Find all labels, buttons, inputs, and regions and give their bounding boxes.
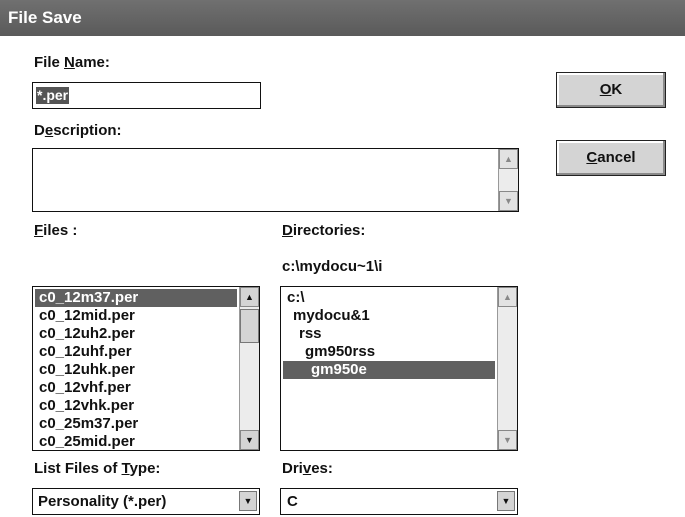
- file-save-dialog: File Save File Name: *.per Description: …: [0, 0, 685, 517]
- directories-list: c:\ mydocu&1 rss gm950rss gm950e: [283, 289, 495, 379]
- arrow-up-icon[interactable]: ▲: [499, 149, 518, 169]
- file-type-value: Personality (*.per): [38, 493, 167, 510]
- file-name-input[interactable]: *.per: [32, 82, 261, 109]
- arrow-down-icon[interactable]: ▼: [498, 430, 517, 450]
- scroll-thumb[interactable]: [240, 309, 259, 343]
- list-item[interactable]: c:\: [283, 289, 495, 307]
- arrow-up-icon[interactable]: ▲: [498, 287, 517, 307]
- list-item[interactable]: c0_12vhk.per: [35, 397, 237, 415]
- list-item[interactable]: gm950rss: [283, 343, 495, 361]
- list-item[interactable]: c0_25m37.per: [35, 415, 237, 433]
- description-textarea[interactable]: ▲ ▼: [32, 148, 519, 212]
- arrow-down-icon[interactable]: ▼: [240, 430, 259, 450]
- file-name-label: File Name:: [34, 54, 110, 71]
- file-type-select[interactable]: Personality (*.per) ▼: [32, 488, 260, 515]
- title-bar: File Save: [0, 0, 685, 36]
- list-item[interactable]: c0_12vhf.per: [35, 379, 237, 397]
- file-name-value: *.per: [36, 87, 70, 104]
- list-item[interactable]: mydocu&1: [283, 307, 495, 325]
- chevron-down-icon[interactable]: ▼: [497, 491, 515, 511]
- description-scrollbar[interactable]: ▲ ▼: [498, 149, 518, 211]
- directories-scrollbar[interactable]: ▲ ▼: [497, 287, 517, 450]
- list-item[interactable]: c0_12mid.per: [35, 307, 237, 325]
- files-listbox[interactable]: c0_12m37.per c0_12mid.per c0_12uh2.per c0_1…: [32, 286, 260, 451]
- list-item[interactable]: c0_12uh2.per: [35, 325, 237, 343]
- list-item[interactable]: c0_12m37.per: [35, 289, 237, 307]
- list-item[interactable]: gm950e: [283, 361, 495, 379]
- arrow-up-icon[interactable]: ▲: [240, 287, 259, 307]
- arrow-down-icon[interactable]: ▼: [499, 191, 518, 211]
- directories-listbox[interactable]: c:\ mydocu&1 rss gm950rss gm950e ▲ ▼: [280, 286, 518, 451]
- directories-label: Directories:: [282, 222, 366, 239]
- chevron-down-icon[interactable]: ▼: [239, 491, 257, 511]
- description-label: Description:: [34, 122, 122, 139]
- list-item[interactable]: c0_12uhf.per: [35, 343, 237, 361]
- files-scrollbar[interactable]: ▲ ▼: [239, 287, 259, 450]
- list-item[interactable]: rss: [283, 325, 495, 343]
- list-item[interactable]: c0_25mid.per: [35, 433, 237, 450]
- window-title: File Save: [8, 8, 82, 27]
- files-label: Files :: [34, 222, 78, 239]
- ok-button[interactable]: OK: [556, 72, 666, 108]
- drives-select[interactable]: C ▼: [280, 488, 518, 515]
- files-list: c0_12m37.per c0_12mid.per c0_12uh2.per c0_1…: [35, 289, 237, 450]
- drives-label: Drives:: [282, 460, 333, 477]
- list-item[interactable]: c0_12uhk.per: [35, 361, 237, 379]
- drives-value: C: [287, 493, 298, 510]
- file-type-label: List Files of Type:: [34, 460, 161, 477]
- current-directory-path: c:\mydocu~1\i: [282, 258, 383, 275]
- cancel-button[interactable]: Cancel: [556, 140, 666, 176]
